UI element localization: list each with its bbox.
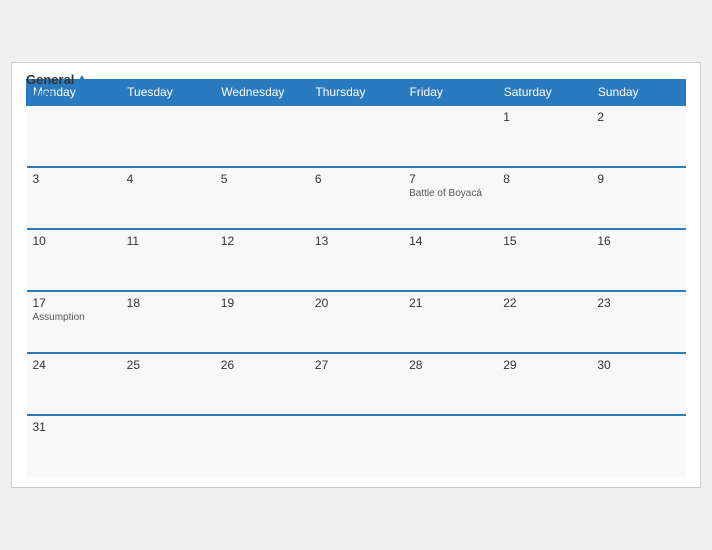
day-cell: 4 bbox=[121, 167, 215, 229]
day-cell: 1 bbox=[497, 105, 591, 167]
day-number: 10 bbox=[33, 234, 115, 248]
day-cell: 19 bbox=[215, 291, 309, 353]
calendar-grid: MondayTuesdayWednesdayThursdayFridaySatu… bbox=[26, 79, 686, 477]
day-event: Assumption bbox=[33, 312, 115, 323]
day-header-wednesday: Wednesday bbox=[215, 80, 309, 106]
day-cell bbox=[403, 415, 497, 477]
day-cell bbox=[121, 415, 215, 477]
day-cell bbox=[309, 105, 403, 167]
day-cell bbox=[497, 415, 591, 477]
day-header-tuesday: Tuesday bbox=[121, 80, 215, 106]
day-number: 26 bbox=[221, 358, 303, 372]
day-number: 17 bbox=[33, 296, 115, 310]
day-cell: 29 bbox=[497, 353, 591, 415]
day-cell: 18 bbox=[121, 291, 215, 353]
day-number: 14 bbox=[409, 234, 491, 248]
day-number: 3 bbox=[33, 172, 115, 186]
day-cell: 23 bbox=[591, 291, 685, 353]
day-number: 2 bbox=[597, 110, 679, 124]
day-number: 31 bbox=[33, 420, 115, 434]
week-row-1: 34567 Battle of Boyacá 89 bbox=[27, 167, 686, 229]
day-number: 16 bbox=[597, 234, 679, 248]
week-row-2: 10 11 12 13 14 15 16 bbox=[27, 229, 686, 291]
days-header-row: MondayTuesdayWednesdayThursdayFridaySatu… bbox=[27, 80, 686, 106]
logo-triangle-icon bbox=[76, 75, 88, 85]
week-row-5: 31 bbox=[27, 415, 686, 477]
day-header-thursday: Thursday bbox=[309, 80, 403, 106]
day-cell bbox=[121, 105, 215, 167]
day-cell: 2 bbox=[591, 105, 685, 167]
day-cell: 6 bbox=[309, 167, 403, 229]
day-number: 9 bbox=[597, 172, 679, 186]
day-event: Battle of Boyacá bbox=[409, 188, 491, 199]
day-cell bbox=[27, 105, 121, 167]
day-cell bbox=[215, 105, 309, 167]
day-header-saturday: Saturday bbox=[497, 80, 591, 106]
day-cell: 5 bbox=[215, 167, 309, 229]
day-cell bbox=[309, 415, 403, 477]
day-cell bbox=[403, 105, 497, 167]
day-cell bbox=[215, 415, 309, 477]
day-cell: 22 bbox=[497, 291, 591, 353]
day-header-friday: Friday bbox=[403, 80, 497, 106]
day-number: 6 bbox=[315, 172, 397, 186]
day-number: 1 bbox=[503, 110, 585, 124]
day-number: 11 bbox=[127, 234, 209, 248]
day-header-sunday: Sunday bbox=[591, 80, 685, 106]
day-cell: 15 bbox=[497, 229, 591, 291]
logo: General Blue bbox=[26, 73, 88, 100]
day-number: 22 bbox=[503, 296, 585, 310]
day-number: 8 bbox=[503, 172, 585, 186]
logo-general-text: General bbox=[26, 73, 88, 87]
day-cell: 12 bbox=[215, 229, 309, 291]
day-cell: 24 bbox=[27, 353, 121, 415]
day-cell: 8 bbox=[497, 167, 591, 229]
calendar: General Blue MondayTuesdayWednesdayThurs… bbox=[11, 62, 701, 488]
day-cell: 27 bbox=[309, 353, 403, 415]
logo-blue-text: Blue bbox=[26, 87, 88, 100]
day-cell: 21 bbox=[403, 291, 497, 353]
day-cell: 20 bbox=[309, 291, 403, 353]
week-row-3: 17 Assumption 18 19 20 21 22 23 bbox=[27, 291, 686, 353]
day-number: 12 bbox=[221, 234, 303, 248]
day-number: 30 bbox=[597, 358, 679, 372]
day-number: 27 bbox=[315, 358, 397, 372]
day-cell: 7 Battle of Boyacá bbox=[403, 167, 497, 229]
day-number: 15 bbox=[503, 234, 585, 248]
day-number: 28 bbox=[409, 358, 491, 372]
day-number: 19 bbox=[221, 296, 303, 310]
day-number: 7 bbox=[409, 172, 491, 186]
day-cell: 26 bbox=[215, 353, 309, 415]
day-number: 13 bbox=[315, 234, 397, 248]
week-row-0: 12 bbox=[27, 105, 686, 167]
day-cell: 17 Assumption bbox=[27, 291, 121, 353]
day-number: 24 bbox=[33, 358, 115, 372]
day-cell bbox=[591, 415, 685, 477]
day-cell: 13 bbox=[309, 229, 403, 291]
day-cell: 9 bbox=[591, 167, 685, 229]
day-number: 4 bbox=[127, 172, 209, 186]
day-cell: 10 bbox=[27, 229, 121, 291]
day-number: 25 bbox=[127, 358, 209, 372]
day-number: 20 bbox=[315, 296, 397, 310]
day-cell: 31 bbox=[27, 415, 121, 477]
day-cell: 14 bbox=[403, 229, 497, 291]
day-cell: 30 bbox=[591, 353, 685, 415]
day-cell: 28 bbox=[403, 353, 497, 415]
day-cell: 25 bbox=[121, 353, 215, 415]
week-row-4: 24 25 26 27 28 29 30 bbox=[27, 353, 686, 415]
day-cell: 11 bbox=[121, 229, 215, 291]
day-cell: 16 bbox=[591, 229, 685, 291]
day-number: 18 bbox=[127, 296, 209, 310]
day-cell: 3 bbox=[27, 167, 121, 229]
calendar-body: 1234567Battle of Boyacá89101112131415161… bbox=[27, 105, 686, 477]
day-number: 23 bbox=[597, 296, 679, 310]
day-number: 29 bbox=[503, 358, 585, 372]
day-number: 21 bbox=[409, 296, 491, 310]
day-number: 5 bbox=[221, 172, 303, 186]
